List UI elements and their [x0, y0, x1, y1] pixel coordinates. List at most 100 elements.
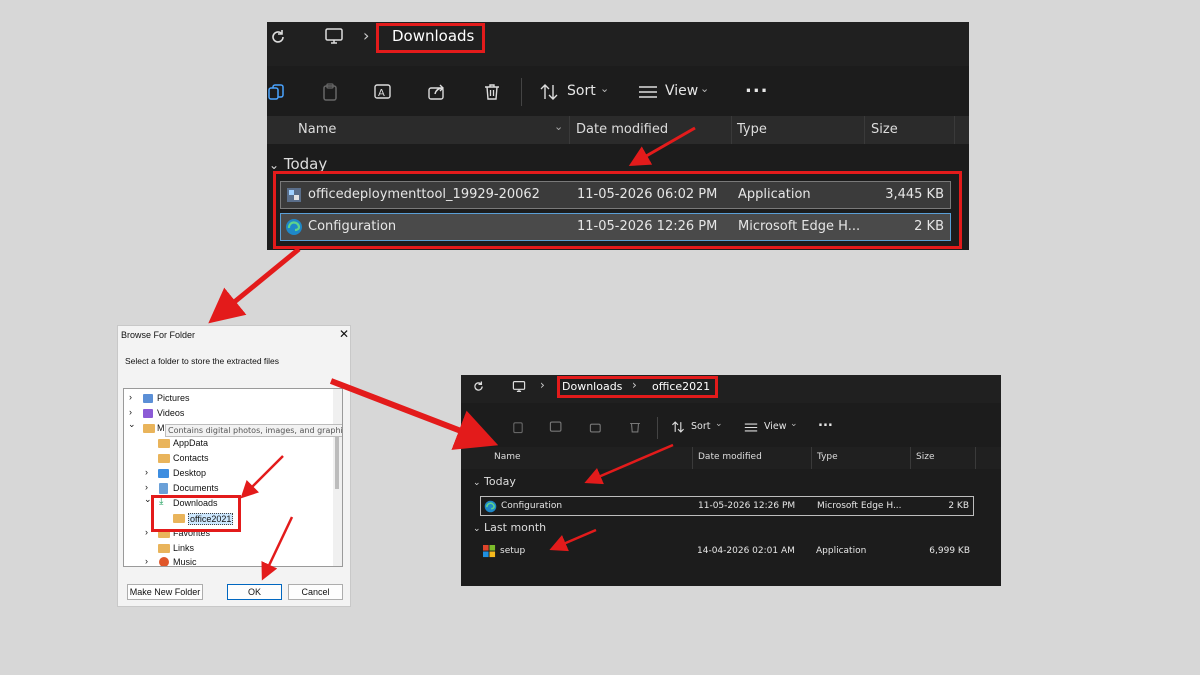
tree-item-label: M — [157, 423, 165, 433]
ok-button[interactable]: OK — [227, 584, 282, 600]
tree-item-label: Music — [173, 557, 197, 567]
column-size[interactable]: Size — [871, 122, 898, 137]
highlight-box-breadcrumb — [557, 376, 718, 398]
column-size[interactable]: Size — [916, 452, 934, 462]
tree-item-label: Contacts — [173, 453, 209, 463]
more-options-button[interactable]: ... — [818, 415, 833, 430]
arrow-to-dialog — [208, 247, 301, 324]
tree-item-label: Pictures — [157, 393, 190, 403]
delete-icon[interactable] — [482, 82, 502, 102]
make-new-folder-button[interactable]: Make New Folder — [127, 584, 203, 600]
file-name: setup — [500, 546, 526, 556]
tree-item-label: Links — [173, 543, 195, 553]
documents-icon — [159, 483, 168, 494]
delete-icon[interactable] — [628, 420, 642, 434]
close-icon[interactable]: ✕ — [339, 327, 349, 341]
tree-item-videos[interactable]: › Videos — [124, 407, 324, 421]
refresh-icon[interactable] — [269, 28, 287, 46]
view-icon — [744, 422, 758, 433]
view-label: View — [665, 83, 699, 99]
tree-item-music[interactable]: › Music — [124, 556, 324, 567]
svg-text:A: A — [378, 88, 385, 99]
cancel-button[interactable]: Cancel — [288, 584, 343, 600]
tree-item-label: Videos — [157, 408, 185, 418]
column-name[interactable]: Name — [298, 122, 336, 137]
tree-item-label: AppData — [173, 438, 209, 448]
tree-item-label: Desktop — [173, 468, 207, 478]
column-date-modified[interactable]: Date modified — [576, 122, 668, 137]
sort-button[interactable]: Sort ⌄ — [671, 419, 725, 437]
tree-item-pictures[interactable]: › Pictures — [124, 392, 324, 406]
chevron-right-icon[interactable]: › — [145, 527, 148, 537]
column-separator — [975, 447, 976, 469]
group-label: Last month — [484, 521, 547, 534]
share-icon[interactable] — [427, 82, 447, 102]
highlight-box-files — [273, 171, 962, 249]
column-type[interactable]: Type — [737, 122, 767, 137]
address-bar: › Downloads › office2021 — [461, 375, 1001, 403]
sort-label: Sort — [567, 83, 596, 99]
tree-item-desktop[interactable]: › Desktop — [124, 467, 324, 481]
column-name[interactable]: Name — [494, 452, 521, 462]
copy-icon[interactable] — [267, 82, 287, 102]
file-type: Microsoft Edge H... — [817, 501, 902, 511]
table-row[interactable]: setup 14-04-2026 02:01 AM Application 6,… — [480, 542, 974, 562]
chevron-right-icon[interactable]: › — [129, 407, 132, 417]
folder-icon — [158, 544, 170, 553]
chevron-down-icon: ⌄ — [715, 419, 723, 429]
view-label: View — [764, 421, 787, 432]
chevron-right-icon[interactable]: › — [145, 467, 148, 477]
music-icon — [159, 557, 169, 566]
folder-tree[interactable]: › Pictures › Videos ⌄ M Contains digital… — [123, 388, 343, 567]
file-size: 6,999 KB — [929, 546, 970, 556]
this-pc-icon[interactable] — [324, 27, 344, 45]
tree-scrollbar[interactable] — [333, 389, 342, 566]
chevron-right-icon[interactable]: › — [145, 556, 148, 566]
sort-button[interactable]: Sort ⌄ — [539, 80, 611, 104]
tree-item-appdata[interactable]: AppData — [124, 437, 324, 451]
group-last-month[interactable]: ⌄ Last month — [473, 521, 546, 534]
chevron-down-icon: ⌄ — [554, 120, 564, 133]
paste-icon[interactable] — [320, 82, 340, 102]
folder-icon — [158, 454, 170, 463]
edge-icon — [484, 500, 497, 513]
this-pc-icon[interactable] — [512, 380, 526, 393]
column-date-modified[interactable]: Date modified — [698, 452, 762, 462]
view-button[interactable]: View ⌄ — [744, 419, 800, 437]
column-header: Name ⌄ Date modified Type Size — [267, 116, 969, 144]
column-separator — [731, 116, 732, 144]
column-separator — [864, 116, 865, 144]
explorer-window-bottom: › Downloads › office2021 Sort ⌄ View ⌄ .… — [461, 375, 1001, 586]
chevron-down-icon: ⌄ — [790, 419, 798, 429]
table-row[interactable]: Configuration 11-05-2026 12:26 PM Micros… — [480, 496, 974, 516]
chevron-right-icon[interactable]: › — [145, 482, 148, 492]
rename-icon[interactable]: A — [373, 82, 393, 102]
rename-icon[interactable] — [549, 420, 563, 434]
highlight-box-breadcrumb — [376, 23, 485, 53]
group-label: Today — [484, 475, 516, 488]
sort-label: Sort — [691, 421, 711, 432]
tree-item-contacts[interactable]: Contacts — [124, 452, 324, 466]
view-button[interactable]: View ⌄ — [638, 80, 714, 104]
dialog-prompt: Select a folder to store the extracted f… — [125, 356, 280, 366]
scrollbar-thumb[interactable] — [335, 429, 339, 489]
column-type[interactable]: Type — [817, 452, 838, 462]
chevron-down-icon[interactable]: ⌄ — [128, 419, 136, 430]
desktop-icon — [158, 469, 169, 478]
file-date: 11-05-2026 12:26 PM — [698, 501, 796, 511]
share-icon[interactable] — [589, 420, 603, 434]
file-date: 14-04-2026 02:01 AM — [697, 546, 795, 556]
tree-item-documents[interactable]: › Documents — [124, 482, 324, 496]
group-today[interactable]: ⌄ Today — [473, 475, 516, 488]
more-options-button[interactable]: ... — [745, 76, 769, 97]
refresh-icon[interactable] — [472, 380, 485, 393]
paste-icon[interactable] — [511, 420, 525, 434]
pictures-icon — [143, 394, 153, 403]
column-separator — [910, 447, 911, 469]
highlight-box-downloads-folder — [151, 495, 241, 532]
office-setup-icon — [483, 545, 496, 558]
chevron-right-icon[interactable]: › — [129, 392, 132, 402]
toolbar: Sort ⌄ View ⌄ ... — [461, 411, 1001, 445]
sort-icon — [671, 420, 685, 434]
tree-item-links[interactable]: Links — [124, 542, 324, 556]
